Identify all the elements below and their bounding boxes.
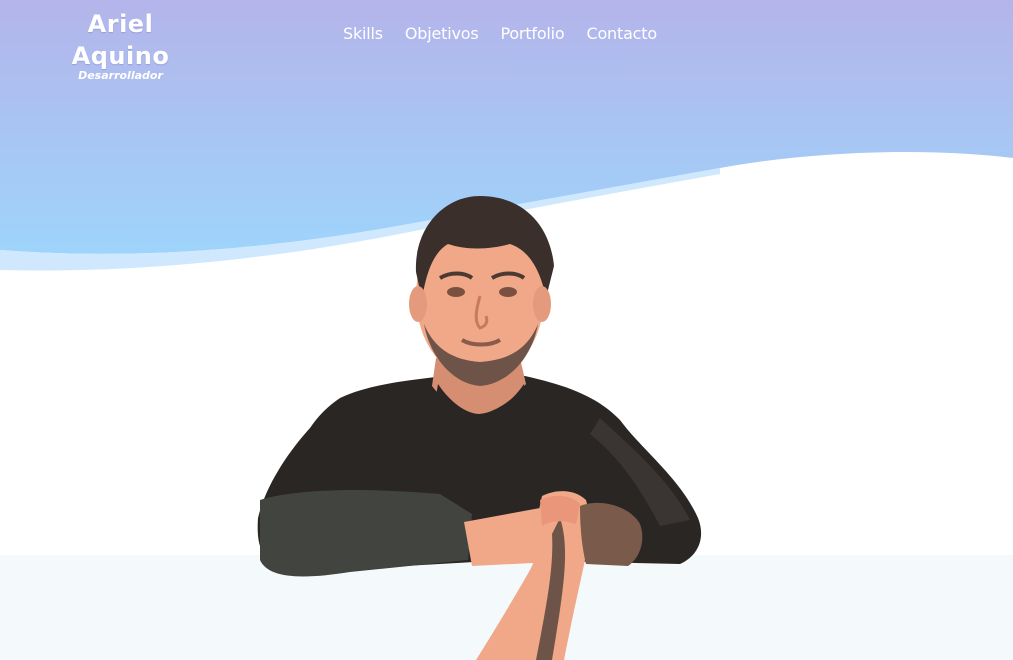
- nav-link-objetivos[interactable]: Objetivos: [405, 22, 479, 46]
- nav-link-contacto[interactable]: Contacto: [587, 22, 658, 46]
- site-header: Ariel Aquino Desarrollador Skills Objeti…: [0, 0, 1013, 82]
- brand-logo[interactable]: Ariel Aquino Desarrollador: [48, 8, 193, 82]
- profile-portrait-illustration: [257, 196, 702, 660]
- main-nav: Skills Objetivos Portfolio Contacto: [343, 22, 657, 46]
- nav-link-portfolio[interactable]: Portfolio: [500, 22, 564, 46]
- brand-role: Desarrollador: [78, 69, 163, 82]
- brand-name: Ariel Aquino: [71, 10, 170, 70]
- nav-link-skills[interactable]: Skills: [343, 22, 383, 46]
